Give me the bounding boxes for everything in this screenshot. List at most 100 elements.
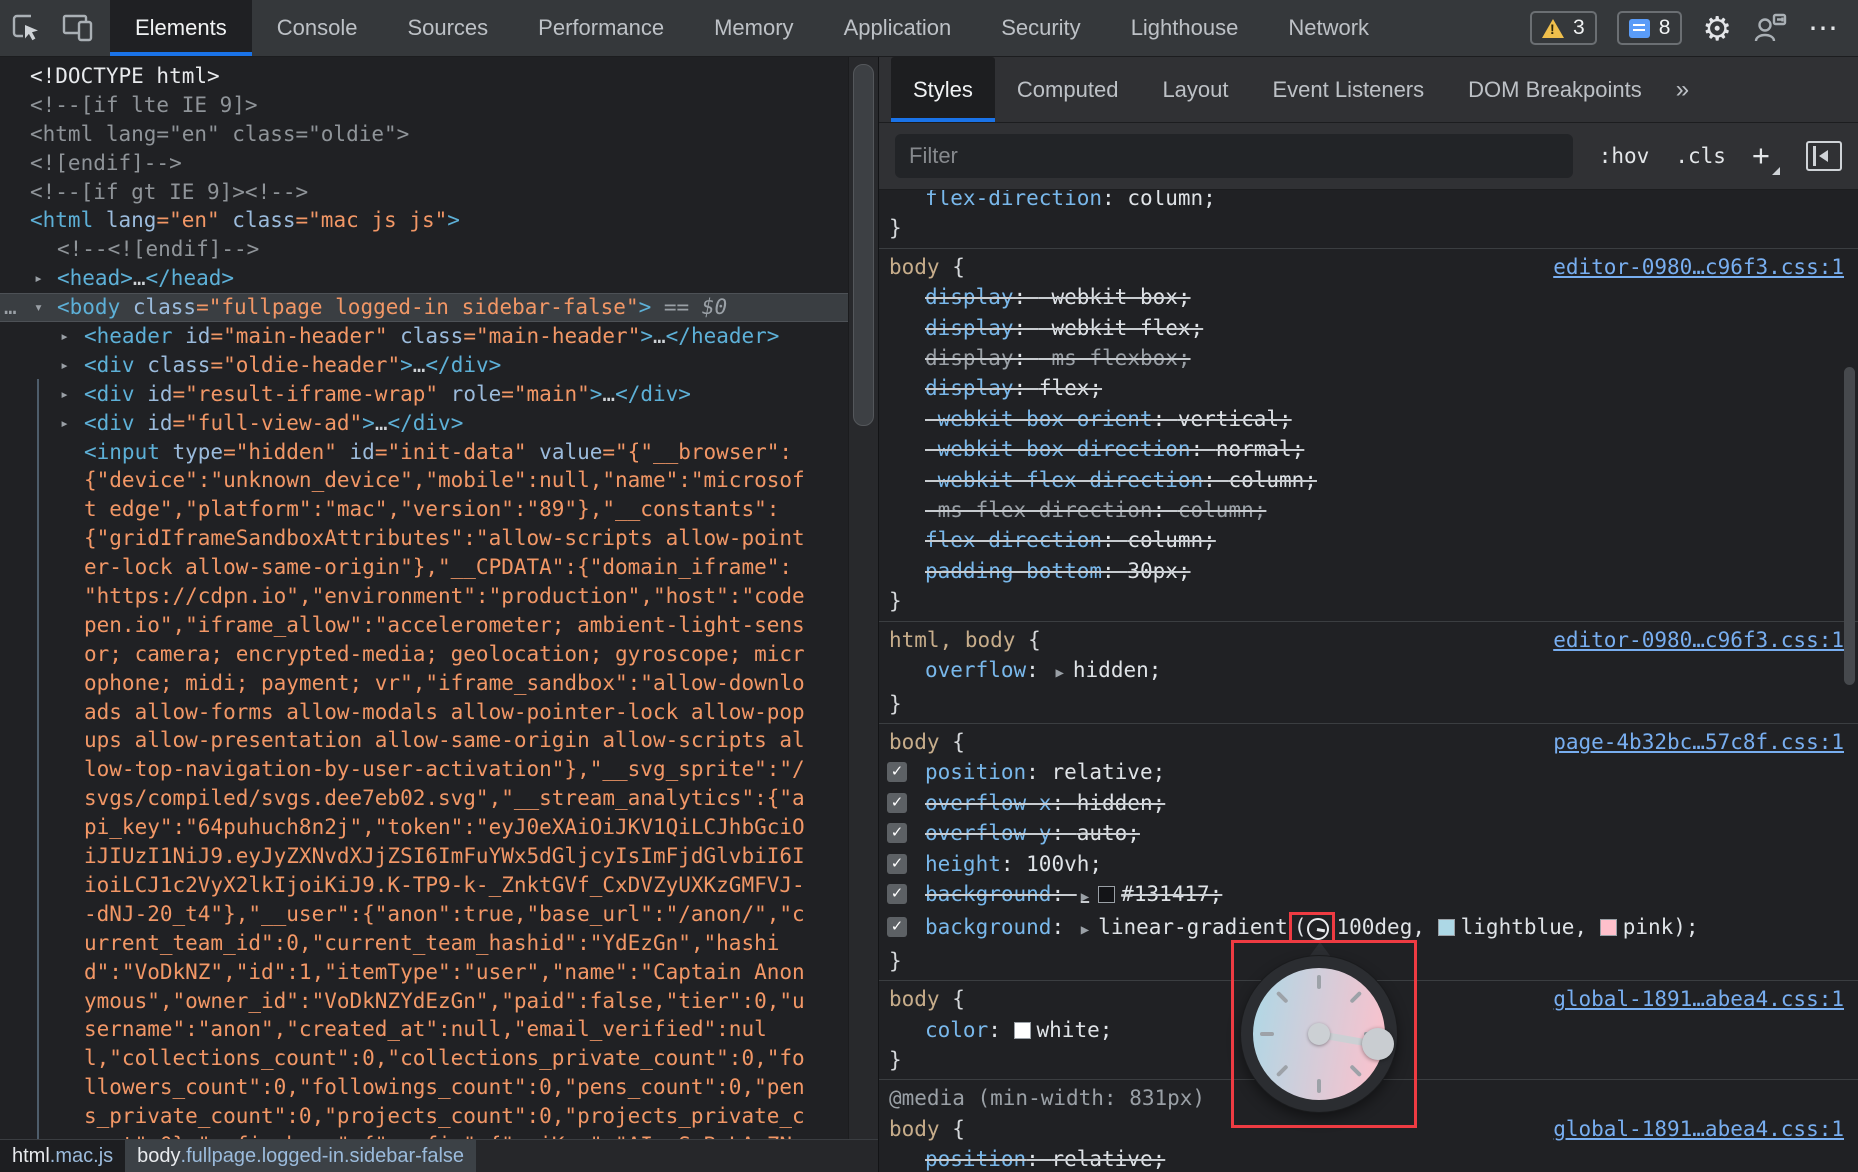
css-property[interactable]: -webkit-box-orient: vertical; bbox=[879, 404, 1858, 434]
dom-tree-row[interactable]: pen.io","iframe_allow":"accelerometer; a… bbox=[0, 611, 849, 640]
color-swatch[interactable] bbox=[1098, 886, 1115, 903]
css-property[interactable]: ✓background: ▶#131417; bbox=[879, 879, 1858, 912]
sidebar-tab-computed[interactable]: Computed bbox=[995, 57, 1141, 122]
dom-tree-row[interactable]: urrent_team_id":0,"current_team_hashid":… bbox=[0, 929, 849, 958]
dom-tree-row[interactable]: ▸<div id="full-view-ad">…</div> bbox=[0, 409, 849, 438]
color-swatch[interactable] bbox=[1438, 919, 1455, 936]
dom-tree-row[interactable]: ups allow-presentation allow-same-origin… bbox=[0, 726, 849, 755]
css-property[interactable]: flex-direction: column; bbox=[879, 190, 1858, 213]
collapsed-arrow-icon[interactable]: ▸ bbox=[60, 351, 69, 380]
sidebar-tab-styles[interactable]: Styles bbox=[891, 57, 995, 122]
css-property[interactable]: ✓height: 100vh; bbox=[879, 849, 1858, 879]
dom-tree-row[interactable]: {"gridIframeSandboxAttributes":"allow-sc… bbox=[0, 524, 849, 553]
main-tab-elements[interactable]: Elements bbox=[110, 0, 252, 56]
property-checkbox[interactable]: ✓ bbox=[887, 854, 907, 874]
property-checkbox[interactable]: ✓ bbox=[887, 823, 907, 843]
dom-tree-row[interactable]: <html lang="en" class="mac js js"> bbox=[0, 206, 849, 235]
dom-tree-row[interactable]: svgs/compiled/svgs.dee7eb02.svg","__stre… bbox=[0, 784, 849, 813]
dom-tree-row[interactable]: {"device":"unknown_device","mobile":null… bbox=[0, 466, 849, 495]
css-property[interactable]: padding-bottom: 30px; bbox=[879, 556, 1858, 586]
breadcrumb-item[interactable]: body.fullpage.logged-in.sidebar-false bbox=[125, 1140, 476, 1172]
stylesheet-link[interactable]: global-1891…abea4.css:1 bbox=[1553, 984, 1844, 1014]
main-tab-application[interactable]: Application bbox=[819, 0, 977, 56]
dom-tree-row[interactable]: pi_key":"64puhuch8n2j","token":"eyJ0eXAi… bbox=[0, 813, 849, 842]
sidebar-tab-event-listeners[interactable]: Event Listeners bbox=[1251, 57, 1447, 122]
main-tab-security[interactable]: Security bbox=[976, 0, 1105, 56]
css-property[interactable]: ✓overflow-x: hidden; bbox=[879, 788, 1858, 818]
css-selector-row[interactable]: body {editor-0980…c96f3.css:1 bbox=[879, 252, 1858, 282]
css-property[interactable]: position: relative; bbox=[879, 1144, 1858, 1172]
property-checkbox[interactable]: ✓ bbox=[887, 917, 907, 937]
color-swatch[interactable] bbox=[1600, 919, 1617, 936]
dom-scrollbar-thumb[interactable] bbox=[853, 64, 874, 426]
main-tab-performance[interactable]: Performance bbox=[513, 0, 689, 56]
dom-tree-row[interactable]: -dNJ-20_t4"},"__user":{"anon":true,"base… bbox=[0, 900, 849, 929]
css-property[interactable]: -ms-flex-direction: column; bbox=[879, 495, 1858, 525]
dom-tree-row[interactable]: t edge","platform":"mac","version":"89"}… bbox=[0, 495, 849, 524]
dom-tree-row[interactable]: ▸<div class="oldie-header">…</div> bbox=[0, 351, 849, 380]
dom-tree-row[interactable]: ▸<head>…</head> bbox=[0, 264, 849, 293]
css-property[interactable]: flex-direction: column; bbox=[879, 525, 1858, 555]
angle-drag-knob[interactable] bbox=[1362, 1028, 1394, 1060]
messages-badge[interactable]: 8 bbox=[1617, 11, 1683, 45]
css-property[interactable]: display: -ms-flexbox; bbox=[879, 343, 1858, 373]
collapsed-arrow-icon[interactable]: ▸ bbox=[60, 322, 69, 351]
dom-tree-row[interactable]: ophone; midi; payment; vr","iframe_sandb… bbox=[0, 669, 849, 698]
collapsed-arrow-icon[interactable]: ▸ bbox=[60, 409, 69, 438]
dom-tree-row[interactable]: <input type="hidden" id="init-data" valu… bbox=[0, 438, 849, 467]
settings-gear-icon[interactable]: ⚙ bbox=[1702, 9, 1732, 48]
dom-tree-row[interactable]: <!--[if gt IE 9]><!--> bbox=[0, 178, 849, 207]
css-property[interactable]: display: flex; bbox=[879, 373, 1858, 403]
css-selector-row[interactable]: html, body {editor-0980…c96f3.css:1 bbox=[879, 625, 1858, 655]
dom-tree-row[interactable]: <html lang="en" class="oldie"> bbox=[0, 120, 849, 149]
more-tabs-chevron-icon[interactable]: » bbox=[1664, 57, 1701, 122]
dom-tree-row[interactable]: d":"VoDkNZ","id":1,"itemType":"user","na… bbox=[0, 958, 849, 987]
css-property[interactable]: ✓background: ▶linear-gradient(100deg, li… bbox=[879, 912, 1858, 945]
dom-tree-row[interactable]: s_private_count":0,"projects_count":0,"p… bbox=[0, 1102, 849, 1131]
dom-tree-row[interactable]: l,"collections_count":0,"collections_pri… bbox=[0, 1044, 849, 1073]
main-tab-lighthouse[interactable]: Lighthouse bbox=[1106, 0, 1264, 56]
hidden-nodes-ellipsis[interactable]: … bbox=[4, 293, 17, 322]
dom-tree-row[interactable]: <!DOCTYPE html> bbox=[0, 62, 849, 91]
more-options-icon[interactable]: ⋯ bbox=[1808, 11, 1840, 46]
main-tab-sources[interactable]: Sources bbox=[382, 0, 513, 56]
css-property[interactable]: -webkit-flex-direction: column; bbox=[879, 465, 1858, 495]
dom-tree-row[interactable]: ▸<div id="result-iframe-wrap" role="main… bbox=[0, 380, 849, 409]
expanded-arrow-icon[interactable]: ▾ bbox=[34, 293, 43, 322]
dom-tree-row[interactable]: ioiLCJ1c2VyX2lkIjoiKiJ9.K-TP9-k-_ZnktGVf… bbox=[0, 871, 849, 900]
main-tab-console[interactable]: Console bbox=[252, 0, 383, 56]
color-swatch[interactable] bbox=[1014, 1022, 1031, 1039]
stylesheet-link[interactable]: editor-0980…c96f3.css:1 bbox=[1553, 252, 1844, 282]
css-property[interactable]: ✓overflow-y: auto; bbox=[879, 818, 1858, 848]
css-property[interactable]: overflow: ▶hidden; bbox=[879, 655, 1858, 688]
collapse-panel-icon[interactable] bbox=[1806, 141, 1842, 171]
inspect-element-icon[interactable] bbox=[0, 0, 52, 56]
dom-tree-row[interactable]: er-lock allow-same-origin"},"__CPDATA":{… bbox=[0, 553, 849, 582]
dom-tree-row[interactable]: low-top-navigation-by-user-activation"},… bbox=[0, 755, 849, 784]
property-checkbox[interactable]: ✓ bbox=[887, 793, 907, 813]
sidebar-tab-dom-breakpoints[interactable]: DOM Breakpoints bbox=[1446, 57, 1664, 122]
dom-tree-row[interactable]: or; camera; encrypted-media; geolocation… bbox=[0, 640, 849, 669]
dom-tree-row[interactable]: ▸<header id="main-header" class="main-he… bbox=[0, 322, 849, 351]
dom-tree-row[interactable]: ymous","owner_id":"VoDkNZYdEzGn","paid":… bbox=[0, 987, 849, 1016]
property-checkbox[interactable]: ✓ bbox=[887, 762, 907, 782]
collapsed-arrow-icon[interactable]: ▸ bbox=[34, 264, 43, 293]
css-property[interactable]: ✓position: relative; bbox=[879, 757, 1858, 787]
stylesheet-link[interactable]: page-4b32bc…57c8f.css:1 bbox=[1553, 727, 1844, 757]
css-property[interactable]: -webkit-box-direction: normal; bbox=[879, 434, 1858, 464]
dom-tree-row[interactable]: <![endif]--> bbox=[0, 149, 849, 178]
dom-tree-row[interactable]: sername":"anon","created_at":null,"email… bbox=[0, 1015, 849, 1044]
property-checkbox[interactable]: ✓ bbox=[887, 884, 907, 904]
stylesheet-link[interactable]: global-1891…abea4.css:1 bbox=[1553, 1114, 1844, 1144]
dom-tree-row[interactable]: "https://cdpn.io","environment":"product… bbox=[0, 582, 849, 611]
main-tab-network[interactable]: Network bbox=[1263, 0, 1394, 56]
device-toolbar-icon[interactable] bbox=[52, 0, 104, 56]
dom-tree-row[interactable]: llowers_count":0,"followings_count":0,"p… bbox=[0, 1073, 849, 1102]
dom-tree-row[interactable]: <!--[if lte IE 9]> bbox=[0, 91, 849, 120]
css-property[interactable]: display: -webkit-flex; bbox=[879, 313, 1858, 343]
dom-tree-row[interactable]: <!--<![endif]--> bbox=[0, 235, 849, 264]
breadcrumb-item[interactable]: html.mac.js bbox=[0, 1140, 125, 1172]
dom-scrollbar-track[interactable] bbox=[848, 57, 878, 1140]
styles-filter-input[interactable]: Filter bbox=[895, 134, 1573, 178]
css-property[interactable]: display: -webkit-box; bbox=[879, 282, 1858, 312]
